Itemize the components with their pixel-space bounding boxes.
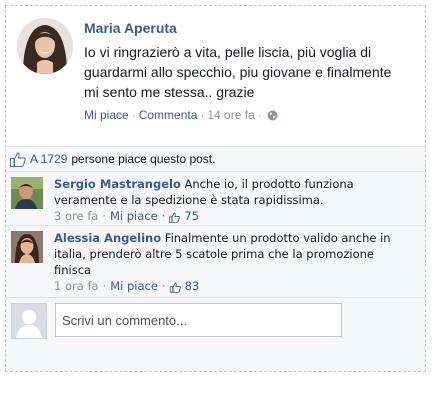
globe-icon	[267, 110, 278, 121]
post-text: Io vi ringrazierò a vita, pelle liscia, …	[84, 44, 392, 100]
separator: ·	[131, 108, 136, 122]
separator: ·	[161, 279, 166, 293]
separator: ·	[161, 209, 166, 223]
post-timestamp[interactable]: 14 ore fa	[207, 108, 254, 122]
comment-like-count[interactable]: 75	[184, 208, 199, 224]
comment-composer	[6, 297, 425, 345]
commenter-avatar[interactable]	[11, 231, 43, 263]
comment-like-count[interactable]: 83	[185, 278, 200, 294]
commenter-avatar[interactable]	[11, 177, 43, 209]
comment-like-link[interactable]: Mi piace	[110, 208, 158, 224]
separator: ·	[257, 108, 262, 122]
comment-item: Sergio Mastrangelo Anche io, il prodotto…	[6, 171, 425, 223]
likes-summary: A 1729 persone piace questo post.	[10, 150, 215, 168]
post-author-name[interactable]: Maria Aperuta	[84, 20, 177, 36]
thumbs-up-icon	[169, 211, 181, 223]
comment-input[interactable]	[55, 303, 342, 337]
likes-count-link[interactable]: A 1729	[30, 152, 67, 166]
comment-link[interactable]: Commenta	[139, 108, 198, 122]
commenter-name[interactable]: Alessia Angelino	[54, 231, 161, 245]
comment-body: Alessia Angelino Finalmente un prodotto …	[54, 230, 399, 294]
comment-body: Sergio Mastrangelo Anche io, il prodotto…	[54, 176, 399, 224]
comment-like-link[interactable]: Mi piace	[110, 278, 158, 294]
likes-summary-text: persone piace questo post.	[71, 152, 216, 166]
post: Maria Aperuta Io vi ringrazierò a vita, …	[6, 6, 425, 146]
comment-meta: 3 ore fa · Mi piace · 75	[54, 208, 399, 224]
like-link[interactable]: Mi piace	[84, 108, 129, 122]
comment-meta: 1 ora fa · Mi piace · 83	[54, 278, 399, 294]
comments-section: A 1729 persone piace questo post. Sergio…	[6, 146, 425, 371]
thumbs-up-icon	[10, 151, 26, 167]
current-user-avatar	[11, 303, 47, 339]
separator: ·	[102, 209, 106, 223]
post-author-avatar[interactable]	[17, 18, 73, 74]
comment-timestamp[interactable]: 3 ore fa	[54, 208, 98, 224]
facebook-post-card: Maria Aperuta Io vi ringrazierò a vita, …	[5, 5, 426, 372]
post-actions: Mi piace · Commenta · 14 ore fa ·	[84, 108, 278, 122]
comment-item: Alessia Angelino Finalmente un prodotto …	[6, 225, 425, 295]
thumbs-up-icon	[169, 281, 181, 293]
comment-timestamp[interactable]: 1 ora fa	[54, 278, 99, 294]
separator: ·	[102, 279, 107, 293]
commenter-name[interactable]: Sergio Mastrangelo	[54, 177, 181, 191]
separator: ·	[200, 108, 205, 122]
